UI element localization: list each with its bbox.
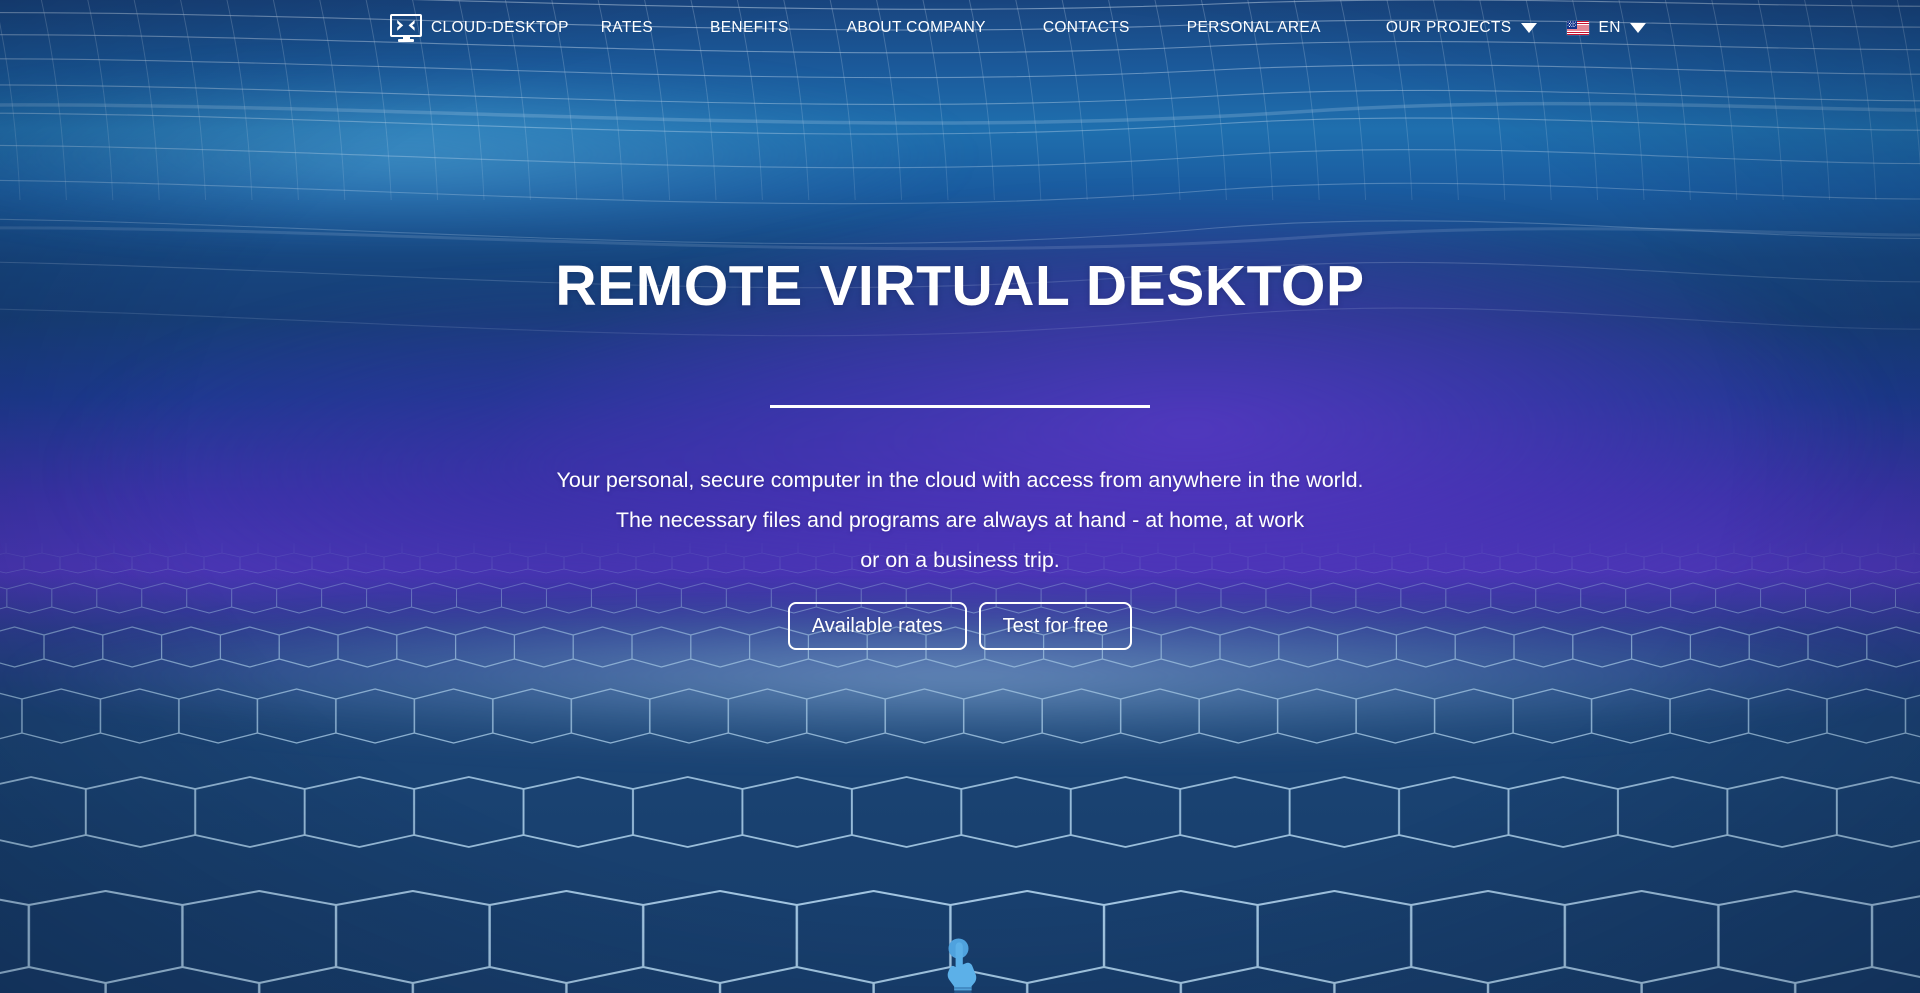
test-for-free-button[interactable]: Test for free xyxy=(978,602,1133,650)
title-divider xyxy=(770,405,1150,408)
language-code-label: EN xyxy=(1598,19,1621,36)
nav-link-personal-area[interactable]: PERSONAL AREA xyxy=(1187,19,1321,37)
us-flag-icon xyxy=(1567,21,1590,35)
tap-hand-icon[interactable] xyxy=(937,937,983,993)
remote-desktop-monitor-icon[interactable] xyxy=(390,14,422,42)
page-title: REMOTE VIRTUAL DESKTOP xyxy=(555,254,1365,318)
flag-stars xyxy=(1567,21,1577,29)
nav-dropdown-our-projects[interactable]: OUR PROJECTS xyxy=(1386,19,1538,37)
nav-link-our-projects-label: OUR PROJECTS xyxy=(1385,19,1512,36)
nav-link-benefits[interactable]: BENEFITS xyxy=(710,19,789,37)
language-selector[interactable]: EN xyxy=(1567,19,1646,37)
page-stage: CLOUD-DESKTOP RATES BENEFITS ABOUT COMPA… xyxy=(0,0,1920,993)
nav-link-rates[interactable]: RATES xyxy=(601,19,653,37)
top-navigation-bar: CLOUD-DESKTOP RATES BENEFITS ABOUT COMPA… xyxy=(0,0,1920,56)
hero-action-buttons: Available rates Test for free xyxy=(0,602,1920,650)
monitor-base xyxy=(398,39,414,42)
available-rates-button[interactable]: Available rates xyxy=(787,602,967,650)
chevron-down-icon xyxy=(1629,23,1646,33)
remote-arrows-glyph xyxy=(397,19,415,31)
nav-link-contacts[interactable]: CONTACTS xyxy=(1043,19,1130,37)
nav-brand-label[interactable]: CLOUD-DESKTOP xyxy=(431,19,569,37)
nav-inner: CLOUD-DESKTOP RATES BENEFITS ABOUT COMPA… xyxy=(390,14,1646,42)
hero-subtitle-line-3: or on a business trip. xyxy=(860,548,1060,572)
nav-link-about-company[interactable]: ABOUT COMPANY xyxy=(847,19,986,37)
hero-subtitle: Your personal, secure computer in the cl… xyxy=(0,460,1920,580)
chevron-down-icon xyxy=(1521,23,1538,33)
hero-subtitle-line-1: Your personal, secure computer in the cl… xyxy=(556,468,1364,492)
hero-subtitle-line-2: The necessary files and programs are alw… xyxy=(615,508,1305,532)
